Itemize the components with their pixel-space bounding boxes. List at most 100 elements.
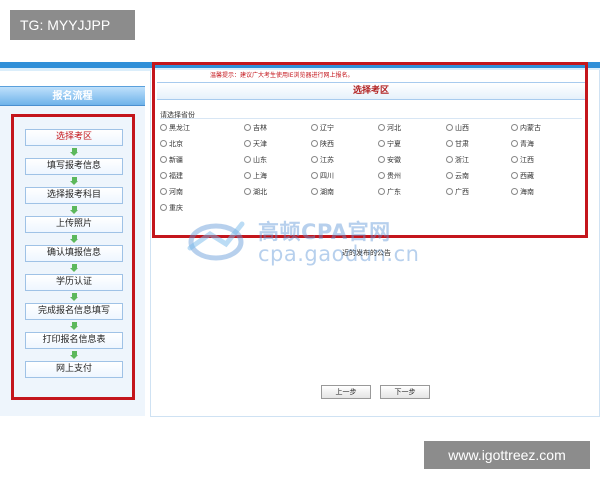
radio-button-icon[interactable] bbox=[446, 171, 453, 179]
province-label: 甘肃 bbox=[455, 140, 469, 148]
radio-button-icon[interactable] bbox=[378, 139, 385, 147]
radio-button-icon[interactable] bbox=[446, 187, 453, 195]
radio-button-icon[interactable] bbox=[244, 171, 251, 179]
province-label: 宁夏 bbox=[387, 140, 401, 148]
province-option[interactable]: 广西 bbox=[446, 186, 469, 198]
radio-button-icon[interactable] bbox=[446, 155, 453, 163]
province-option[interactable]: 四川 bbox=[311, 170, 334, 182]
radio-button-icon[interactable] bbox=[378, 155, 385, 163]
step-online-payment[interactable]: 网上支付 bbox=[25, 361, 123, 378]
province-option[interactable]: 宁夏 bbox=[378, 138, 401, 150]
province-label: 湖北 bbox=[253, 188, 267, 196]
province-option[interactable]: 西藏 bbox=[511, 170, 534, 182]
province-label: 吉林 bbox=[253, 124, 267, 132]
registration-steps-sidebar: 报名流程 选择考区 填写报考信息 选择报考科目 上传照片 确认填报信息 学历认证… bbox=[0, 86, 145, 416]
province-option[interactable]: 天津 bbox=[244, 138, 267, 150]
step-arrow-icon bbox=[70, 177, 79, 185]
radio-button-icon[interactable] bbox=[511, 139, 518, 147]
province-option[interactable]: 黑龙江 bbox=[160, 122, 190, 134]
radio-button-icon[interactable] bbox=[446, 139, 453, 147]
step-arrow-icon bbox=[70, 235, 79, 243]
province-option[interactable]: 云南 bbox=[446, 170, 469, 182]
radio-button-icon[interactable] bbox=[244, 155, 251, 163]
province-option[interactable]: 吉林 bbox=[244, 122, 267, 134]
radio-button-icon[interactable] bbox=[378, 187, 385, 195]
step-complete-registration[interactable]: 完成报名信息填写 bbox=[25, 303, 123, 320]
radio-button-icon[interactable] bbox=[378, 171, 385, 179]
radio-button-icon[interactable] bbox=[160, 187, 167, 195]
radio-button-icon[interactable] bbox=[311, 123, 318, 131]
province-option[interactable]: 湖南 bbox=[311, 186, 334, 198]
province-option[interactable]: 内蒙古 bbox=[511, 122, 541, 134]
province-option[interactable]: 辽宁 bbox=[311, 122, 334, 134]
radio-button-icon[interactable] bbox=[160, 171, 167, 179]
province-option[interactable]: 河南 bbox=[160, 186, 183, 198]
notice-text: 温馨提示：建议广大考生使用IE浏览器进行网上报名。 bbox=[210, 72, 354, 79]
province-label: 天津 bbox=[253, 140, 267, 148]
previous-step-button[interactable]: 上一步 bbox=[321, 385, 371, 399]
radio-button-icon[interactable] bbox=[511, 155, 518, 163]
step-select-subjects[interactable]: 选择报考科目 bbox=[25, 187, 123, 204]
province-option[interactable]: 青海 bbox=[511, 138, 534, 150]
tg-tag-label: TG: MYYJJPP bbox=[10, 10, 135, 40]
province-option[interactable]: 新疆 bbox=[160, 154, 183, 166]
radio-button-icon[interactable] bbox=[160, 123, 167, 131]
step-arrow-icon bbox=[70, 148, 79, 156]
page-title: 选择考区 bbox=[157, 82, 585, 100]
province-label: 安徽 bbox=[387, 156, 401, 164]
step-print-registration-form[interactable]: 打印报名信息表 bbox=[25, 332, 123, 349]
province-option[interactable]: 上海 bbox=[244, 170, 267, 182]
province-option[interactable]: 河北 bbox=[378, 122, 401, 134]
announcement-text: 近的发布的公告 bbox=[342, 249, 391, 257]
step-arrow-icon bbox=[70, 351, 79, 359]
radio-button-icon[interactable] bbox=[511, 187, 518, 195]
province-option[interactable]: 重庆 bbox=[160, 202, 183, 214]
radio-button-icon[interactable] bbox=[244, 139, 251, 147]
province-label: 重庆 bbox=[169, 204, 183, 212]
radio-button-icon[interactable] bbox=[311, 139, 318, 147]
radio-button-icon[interactable] bbox=[511, 123, 518, 131]
province-label: 山西 bbox=[455, 124, 469, 132]
radio-button-icon[interactable] bbox=[160, 155, 167, 163]
radio-button-icon[interactable] bbox=[378, 123, 385, 131]
radio-button-icon[interactable] bbox=[446, 123, 453, 131]
province-option[interactable]: 安徽 bbox=[378, 154, 401, 166]
province-label: 新疆 bbox=[169, 156, 183, 164]
step-upload-photo[interactable]: 上传照片 bbox=[25, 216, 123, 233]
province-option[interactable]: 山西 bbox=[446, 122, 469, 134]
radio-button-icon[interactable] bbox=[311, 171, 318, 179]
province-label: 上海 bbox=[253, 172, 267, 180]
province-option[interactable]: 贵州 bbox=[378, 170, 401, 182]
province-option[interactable]: 山东 bbox=[244, 154, 267, 166]
province-option[interactable]: 浙江 bbox=[446, 154, 469, 166]
radio-button-icon[interactable] bbox=[160, 203, 167, 211]
radio-button-icon[interactable] bbox=[160, 139, 167, 147]
radio-button-icon[interactable] bbox=[311, 155, 318, 163]
step-fill-exam-info[interactable]: 填写报考信息 bbox=[25, 158, 123, 175]
step-education-verification[interactable]: 学历认证 bbox=[25, 274, 123, 291]
sidebar-title: 报名流程 bbox=[0, 86, 145, 106]
province-option[interactable]: 湖北 bbox=[244, 186, 267, 198]
province-option[interactable]: 北京 bbox=[160, 138, 183, 150]
radio-button-icon[interactable] bbox=[511, 171, 518, 179]
province-label: 江西 bbox=[520, 156, 534, 164]
province-label: 黑龙江 bbox=[169, 124, 190, 132]
province-option[interactable]: 福建 bbox=[160, 170, 183, 182]
province-option[interactable]: 陕西 bbox=[311, 138, 334, 150]
province-option[interactable]: 江苏 bbox=[311, 154, 334, 166]
province-option[interactable]: 江西 bbox=[511, 154, 534, 166]
province-label: 浙江 bbox=[455, 156, 469, 164]
province-label: 山东 bbox=[253, 156, 267, 164]
step-select-exam-area[interactable]: 选择考区 bbox=[25, 129, 123, 146]
gaodun-logo-watermark bbox=[187, 221, 245, 261]
province-option[interactable]: 海南 bbox=[511, 186, 534, 198]
radio-button-icon[interactable] bbox=[244, 123, 251, 131]
radio-button-icon[interactable] bbox=[311, 187, 318, 195]
province-label: 河北 bbox=[387, 124, 401, 132]
step-confirm-info[interactable]: 确认填报信息 bbox=[25, 245, 123, 262]
province-option[interactable]: 广东 bbox=[378, 186, 401, 198]
province-label: 湖南 bbox=[320, 188, 334, 196]
province-option[interactable]: 甘肃 bbox=[446, 138, 469, 150]
radio-button-icon[interactable] bbox=[244, 187, 251, 195]
next-step-button[interactable]: 下一步 bbox=[380, 385, 430, 399]
